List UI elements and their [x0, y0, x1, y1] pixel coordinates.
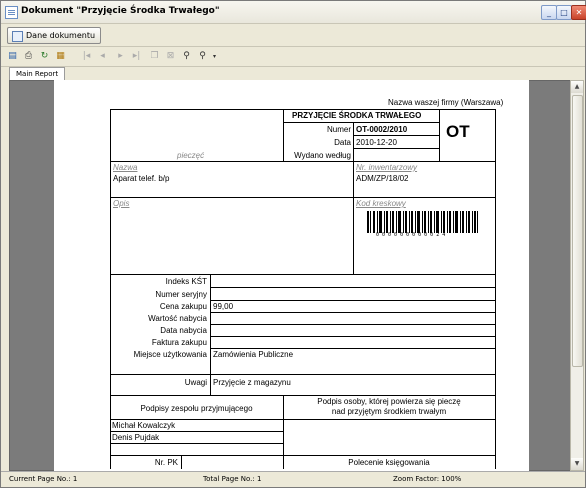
- tab-bar: Main Report: [1, 67, 585, 80]
- scroll-thumb[interactable]: [572, 95, 583, 367]
- vertical-scrollbar[interactable]: ▲ ▼: [570, 80, 584, 471]
- document-data-label: Dane dokumentu: [26, 31, 96, 40]
- open-icon[interactable]: ▤: [7, 51, 18, 62]
- company-name: Nazwa waszej firmy (Warszawa): [388, 98, 504, 107]
- row-label: Miejsce użytkowania: [133, 350, 207, 359]
- document-title: PRZYJĘCIE ŚRODKA TRWAŁEGO: [292, 111, 422, 120]
- minimize-button[interactable]: _: [541, 5, 557, 20]
- row-label: Indeks KŚT: [165, 277, 207, 286]
- report-page: Nazwa waszej firmy (Warszawa) PRZYJĘCIE …: [54, 80, 529, 472]
- row-value: 99,00: [213, 302, 234, 311]
- status-bar: Current Page No.: 1 Total Page No.: 1 Zo…: [1, 471, 585, 488]
- posting-order-label: Polecenie księgowania: [348, 458, 430, 467]
- inventory-label: Nr. inwentarzowy: [356, 163, 418, 172]
- stamp-label: pieczęć: [177, 151, 205, 160]
- next-page-icon[interactable]: ▸: [115, 51, 126, 62]
- zoom-status: Zoom Factor: 100%: [393, 475, 462, 483]
- total-page-status: Total Page No.: 1: [203, 475, 262, 483]
- scroll-down-icon[interactable]: ▼: [571, 458, 583, 470]
- window-title: Dokument "Przyjęcie Środka Trwałego": [21, 6, 220, 16]
- search-icon[interactable]: ⚲: [181, 51, 192, 62]
- print-icon[interactable]: ⎙: [23, 51, 34, 62]
- export-icon[interactable]: ▦: [55, 51, 66, 62]
- last-page-icon[interactable]: ▸|: [131, 51, 142, 62]
- name-label: Nazwa: [113, 163, 138, 172]
- zoom-icon[interactable]: ⚲: [197, 51, 208, 62]
- document-icon: [12, 31, 23, 42]
- issued-label: Wydano według: [294, 151, 351, 160]
- row-label: Numer seryjny: [155, 290, 207, 299]
- custodian-label-line2: nad przyjętym środkiem trwałym: [331, 407, 447, 416]
- row-label: Faktura zakupu: [151, 338, 207, 347]
- first-page-icon[interactable]: |◂: [81, 51, 92, 62]
- number-value: OT-0002/2010: [356, 125, 408, 134]
- report-toolbar: ▤ ⎙ ↻ ▦ |◂ ◂ ▸ ▸| ❐ ⊠ ⚲ ⚲ ▾: [1, 47, 585, 67]
- signer-name: Denis Pujdak: [112, 433, 160, 442]
- receiving-team-label: Podpisy zespołu przyjmującego: [140, 404, 253, 413]
- row-label: Wartość nabycia: [148, 314, 207, 323]
- custodian-label-line1: Podpis osoby, której powierza się pieczę: [317, 397, 461, 406]
- tab-main-report[interactable]: Main Report: [9, 67, 66, 80]
- close-page-icon[interactable]: ⊠: [165, 51, 176, 62]
- date-label: Data: [334, 138, 351, 147]
- number-label: Numer: [326, 125, 351, 134]
- inventory-value: ADM/ZP/18/02: [356, 174, 409, 183]
- scroll-up-icon[interactable]: ▲: [571, 81, 583, 93]
- chevron-down-icon[interactable]: ▾: [209, 51, 220, 62]
- description-label: Opis: [113, 199, 130, 208]
- document-icon: [5, 6, 18, 19]
- document-code: OT: [446, 122, 470, 141]
- signer-name: Michał Kowalczyk: [112, 421, 176, 430]
- row-label: Data nabycia: [160, 326, 207, 335]
- barcode-label: Kod kreskowy: [356, 199, 406, 208]
- row-label: Uwagi: [184, 378, 207, 387]
- report-viewer: Nazwa waszej firmy (Warszawa) PRZYJĘCIE …: [9, 80, 572, 472]
- row-label: Cena zakupu: [159, 302, 207, 311]
- refresh-icon[interactable]: ↻: [39, 51, 50, 62]
- report-window: Dokument "Przyjęcie Środka Trwałego" _ □…: [0, 0, 586, 488]
- close-button[interactable]: ✕: [571, 5, 586, 20]
- barcode-digits: 0 0 0 0 0 0 0 0 0 0 2 4: [376, 232, 446, 238]
- previous-page-icon[interactable]: ◂: [97, 51, 108, 62]
- document-data-button[interactable]: Dane dokumentu: [7, 27, 102, 44]
- copy-icon[interactable]: ❐: [149, 51, 160, 62]
- row-value: Zamówienia Publiczne: [213, 350, 294, 359]
- current-page-status: Current Page No.: 1: [9, 475, 78, 483]
- title-bar: Dokument "Przyjęcie Środka Trwałego" _ □…: [1, 1, 586, 24]
- row-value: Przyjęcie z magazynu: [213, 378, 291, 387]
- document-toolbar: Dane dokumentu: [1, 24, 585, 47]
- name-value: Aparat telef. b/p: [113, 174, 170, 183]
- pk-number-label: Nr. PK: [154, 458, 178, 467]
- date-value: 2010-12-20: [356, 138, 397, 147]
- maximize-button[interactable]: □: [556, 5, 572, 20]
